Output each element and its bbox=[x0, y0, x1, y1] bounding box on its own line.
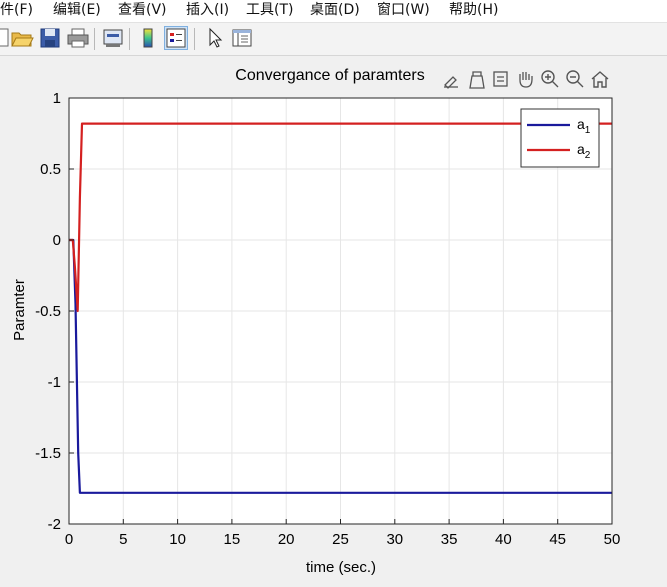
x-tick-label: 20 bbox=[278, 531, 295, 548]
y-tick-label: 0 bbox=[53, 232, 61, 249]
zoom-out-icon[interactable] bbox=[565, 69, 585, 89]
y-tick-label: -2 bbox=[48, 516, 61, 533]
y-tick-label: 1 bbox=[53, 90, 61, 107]
toolbar-separator bbox=[94, 28, 95, 50]
zoom-in-icon[interactable] bbox=[540, 69, 560, 89]
x-tick-label: 45 bbox=[549, 531, 566, 548]
print-icon[interactable] bbox=[66, 26, 90, 50]
x-tick-label: 5 bbox=[119, 531, 127, 548]
figure-area: 0 5 10 15 20 25 30 35 40 45 50 -2 -1.5 -1 -0.5 0 0.5 1 Co… bbox=[0, 56, 667, 582]
menu-item[interactable]: 编辑(E) bbox=[53, 1, 101, 19]
home-icon[interactable] bbox=[590, 69, 610, 89]
x-tick-label: 50 bbox=[604, 531, 621, 548]
pan-icon[interactable] bbox=[515, 69, 535, 89]
data-tips-icon[interactable] bbox=[467, 69, 487, 89]
chart-title: Convergance of paramters bbox=[235, 67, 424, 84]
print-preview-icon[interactable] bbox=[101, 26, 125, 50]
x-tick-label: 0 bbox=[65, 531, 73, 548]
pointer-icon[interactable] bbox=[202, 26, 226, 50]
open-folder-icon[interactable] bbox=[10, 26, 34, 50]
menu-item[interactable]: 文件(F) bbox=[0, 1, 33, 19]
save-icon[interactable] bbox=[38, 26, 62, 50]
menu-item[interactable]: 插入(I) bbox=[186, 1, 229, 19]
x-tick-label: 25 bbox=[332, 531, 349, 548]
menu-item[interactable]: 桌面(D) bbox=[310, 1, 360, 19]
axes-toolbar bbox=[441, 69, 610, 89]
legend-icon[interactable] bbox=[164, 26, 188, 50]
y-tick-label: -0.5 bbox=[35, 303, 61, 320]
x-axis-label: time (sec.) bbox=[306, 559, 376, 576]
toolbar-separator bbox=[194, 28, 195, 50]
figure-toolbar bbox=[0, 23, 667, 56]
y-tick-label: -1 bbox=[48, 374, 61, 391]
x-tick-label: 15 bbox=[224, 531, 241, 548]
brush-icon[interactable] bbox=[441, 69, 461, 89]
plot-svg: 0 5 10 15 20 25 30 35 40 45 50 -2 -1.5 -1 -0.5 0 0.5 1 Co… bbox=[0, 56, 667, 582]
y-axis-label: Paramter bbox=[11, 279, 28, 341]
y-tick-label: 0.5 bbox=[40, 161, 61, 178]
rotate-icon[interactable] bbox=[491, 69, 511, 89]
menu-bar: 文件(F) 编辑(E) 查看(V) 插入(I) 工具(T) 桌面(D) 窗口(W) 帮助(H) bbox=[0, 0, 667, 23]
legend: a1 a2 bbox=[521, 109, 599, 167]
menu-item[interactable]: 工具(T) bbox=[246, 1, 293, 19]
x-tick-label: 40 bbox=[495, 531, 512, 548]
colorbar-icon[interactable] bbox=[136, 26, 160, 50]
menu-item[interactable]: 窗口(W) bbox=[377, 1, 430, 19]
y-tick-label: -1.5 bbox=[35, 445, 61, 462]
x-tick-label: 30 bbox=[386, 531, 403, 548]
menu-item[interactable]: 帮助(H) bbox=[449, 1, 498, 19]
toolbar-separator bbox=[129, 28, 130, 50]
property-editor-icon[interactable] bbox=[230, 26, 254, 50]
x-tick-label: 35 bbox=[441, 531, 458, 548]
x-tick-label: 10 bbox=[169, 531, 186, 548]
menu-item[interactable]: 查看(V) bbox=[118, 1, 167, 19]
